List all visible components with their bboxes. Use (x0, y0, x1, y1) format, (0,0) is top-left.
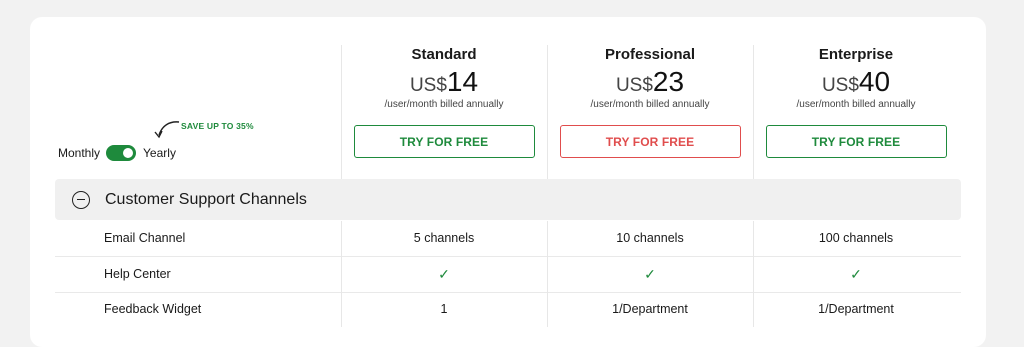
billing-period-toggle: Monthly Yearly (58, 145, 176, 161)
feature-value-standard: 1 (440, 302, 448, 316)
feature-value-enterprise: 100 channels (818, 231, 894, 245)
plan-price: US$40 (753, 67, 959, 97)
feature-value-professional: 10 channels (616, 231, 684, 245)
plan-name: Professional (604, 46, 696, 63)
feature-name: Feedback Widget (104, 302, 202, 316)
table-column-divider (547, 221, 548, 327)
section-title: Customer Support Channels (105, 190, 307, 208)
feature-row-feedback-widget: Feedback Widget 1 1/Department 1/Departm… (55, 292, 961, 327)
try-for-free-button-standard[interactable]: TRY FOR FREE (353, 125, 535, 158)
feature-row-help-center: Help Center ✓ ✓ ✓ (55, 257, 961, 293)
check-icon: ✓ (850, 266, 862, 282)
billing-note: /user/month billed annually (796, 99, 916, 110)
section-customer-support-channels[interactable]: Customer Support Channels (55, 179, 961, 220)
price-currency: US$ (409, 75, 447, 96)
price-currency: US$ (821, 75, 859, 96)
price-currency: US$ (615, 75, 653, 96)
plan-price: US$14 (341, 67, 547, 97)
feature-value-professional: 1/Department (612, 302, 688, 316)
collapse-minus-icon[interactable] (72, 190, 90, 209)
feature-name: Email Channel (104, 231, 186, 245)
table-column-divider (341, 221, 342, 327)
curved-arrow-icon (154, 121, 180, 139)
price-amount: 23 (652, 66, 685, 97)
feature-row-email-channel: Email Channel 5 channels 10 channels 100… (55, 221, 961, 257)
yearly-label[interactable]: Yearly (143, 146, 176, 160)
price-amount: 14 (446, 66, 479, 97)
plan-name: Standard (411, 46, 477, 63)
save-up-to-label: SAVE UP TO 35% (181, 121, 254, 131)
try-for-free-button-professional[interactable]: TRY FOR FREE (559, 125, 741, 158)
feature-value-standard: 5 channels (413, 231, 475, 245)
toggle-knob (123, 148, 134, 158)
try-for-free-button-enterprise[interactable]: TRY FOR FREE (765, 125, 947, 158)
feature-name: Help Center (104, 267, 171, 281)
table-column-divider (753, 221, 754, 327)
plan-name: Enterprise (818, 46, 894, 63)
billing-toggle-switch[interactable] (106, 145, 137, 161)
plan-price: US$23 (547, 67, 753, 97)
check-icon: ✓ (438, 266, 450, 282)
check-icon: ✓ (644, 266, 656, 282)
price-amount: 40 (858, 66, 891, 97)
monthly-label[interactable]: Monthly (58, 146, 100, 160)
billing-note: /user/month billed annually (590, 99, 710, 110)
billing-note: /user/month billed annually (384, 99, 504, 110)
feature-value-enterprise: 1/Department (818, 302, 894, 316)
